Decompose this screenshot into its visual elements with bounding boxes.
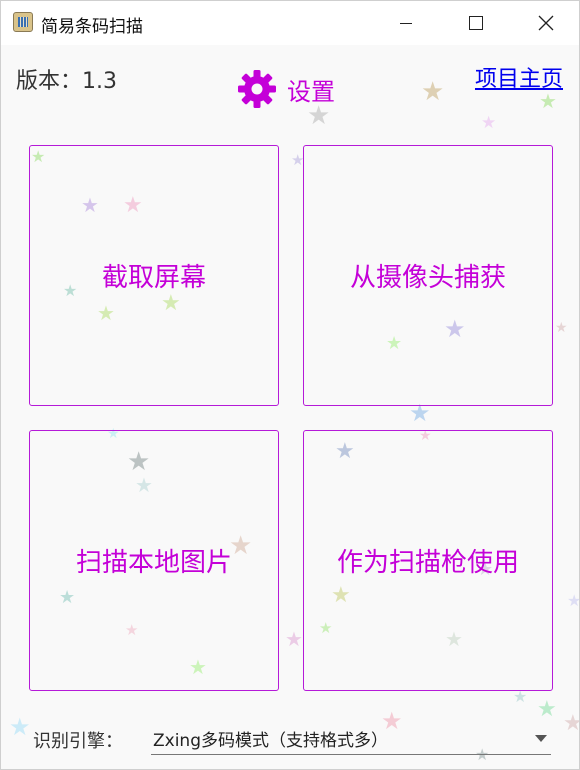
maximize-icon [469,16,483,30]
tile-label: 从摄像头捕获 [349,263,506,293]
star-icon: ★ [555,320,568,336]
settings-button[interactable]: 设置 [237,69,335,109]
star-icon: ★ [539,89,557,113]
engine-selected-value: Zxing多码模式（支持格式多） [153,731,388,751]
tile-label: 扫描本地图片 [75,548,232,578]
minimize-icon [400,22,412,24]
window-title: 简易条码扫描 [41,17,143,37]
star-icon: ★ [537,697,557,722]
capture-screen-button[interactable]: 截取屏幕 [29,145,279,406]
scan-local-image-button[interactable]: 扫描本地图片 [29,430,279,691]
star-icon: ★ [513,687,528,706]
title-bar: 简易条码扫描 [1,1,579,45]
maximize-button[interactable] [441,1,511,45]
minimize-button[interactable] [371,1,441,45]
app-window: 简易条码扫描 ★ ★ ★ ★ ★ ★ ★ ★ ★ ★ ★ ★ ★ ★ ★ ★ ★… [0,0,580,770]
star-icon: ★ [9,713,31,741]
close-button[interactable] [511,1,579,45]
chevron-down-icon [535,735,547,742]
barcode-app-icon [13,12,33,32]
project-home-link[interactable]: 项目主页 [475,61,563,93]
star-icon: ★ [421,77,445,107]
star-icon: ★ [481,113,497,133]
scanner-gun-mode-button[interactable]: 作为扫描枪使用 [303,430,553,691]
version-label: 版本：1.3 [16,69,117,94]
star-icon: ★ [567,591,580,610]
star-icon: ★ [285,627,303,651]
tile-label: 作为扫描枪使用 [336,548,519,578]
tile-label: 截取屏幕 [101,263,206,293]
settings-label: 设置 [287,77,335,106]
engine-select[interactable]: Zxing多码模式（支持格式多） [151,721,551,755]
camera-capture-button[interactable]: 从摄像头捕获 [303,145,553,406]
engine-label: 识别引擎： [33,731,123,752]
close-icon [538,15,554,31]
gear-icon [238,70,276,108]
star-icon: ★ [563,713,579,735]
